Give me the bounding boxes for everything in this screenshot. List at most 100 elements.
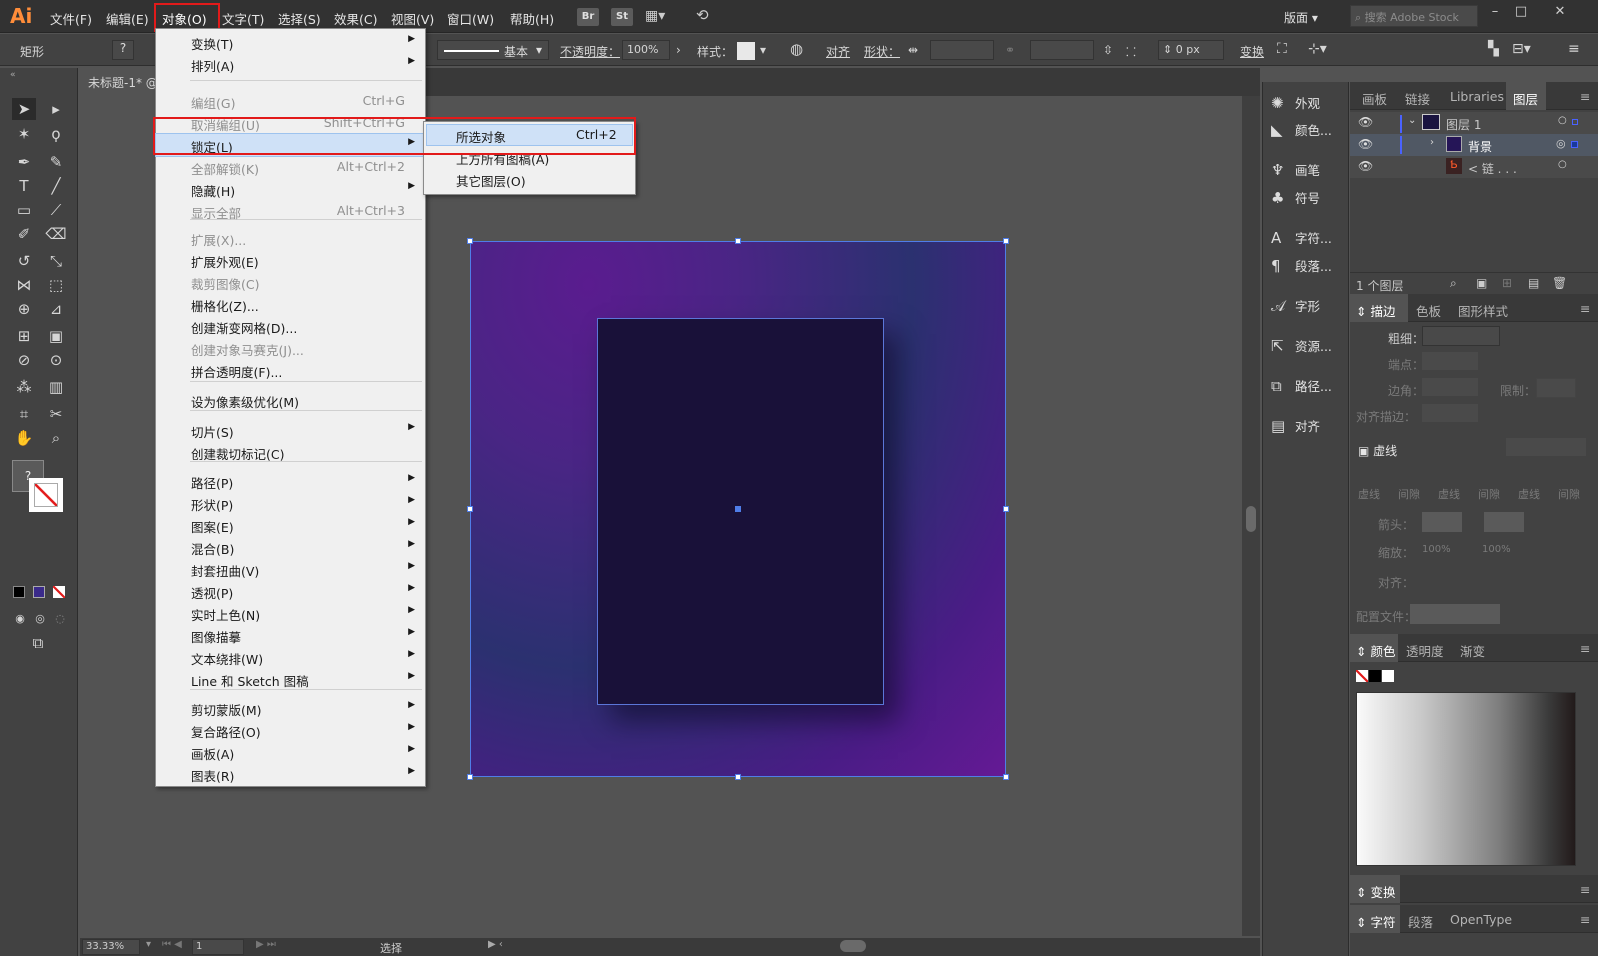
- menu-type[interactable]: 文字(T): [222, 9, 264, 28]
- scale-start[interactable]: 100%: [1422, 544, 1451, 555]
- transform-link[interactable]: 变换: [1240, 43, 1264, 60]
- menu-item[interactable]: 图像描摹 ▶: [156, 624, 425, 646]
- chevron-down-icon[interactable]: ▾: [760, 43, 766, 57]
- tab-color[interactable]: ⇕ 颜色: [1356, 641, 1395, 660]
- menu-item[interactable]: Line 和 Sketch 图稿 ▶: [156, 668, 425, 690]
- collapse-icon[interactable]: «: [10, 70, 16, 80]
- menu-item[interactable]: 文本绕排(W) ▶: [156, 646, 425, 668]
- first-artboard-icon[interactable]: ⏮ ◀: [162, 939, 182, 950]
- isolate-icon[interactable]: ⛶: [1277, 41, 1287, 57]
- paintbrush-tool-icon[interactable]: ⟋: [44, 199, 68, 221]
- lock-other-layers-item[interactable]: 其它图层(O): [456, 171, 526, 190]
- align-link[interactable]: 对齐: [826, 43, 850, 60]
- scroll-thumb[interactable]: [1246, 506, 1256, 532]
- draw-inside-icon[interactable]: ◌: [48, 608, 72, 630]
- shape-label[interactable]: 形状：: [864, 43, 900, 60]
- bbox-handle-l[interactable]: [467, 506, 473, 512]
- eraser-tool-icon[interactable]: ⌫: [44, 223, 68, 245]
- target-icon[interactable]: ◎: [1556, 137, 1566, 150]
- dock-symbols[interactable]: ♣ 符号: [1271, 185, 1320, 211]
- bbox-handle-b[interactable]: [735, 774, 741, 780]
- dock-appearance[interactable]: ✺ 外观: [1271, 90, 1320, 116]
- menu-item[interactable]: 创建对象马赛克(J)...: [156, 337, 425, 359]
- menu-item[interactable]: 形状(P) ▶: [156, 492, 425, 514]
- perspective-grid-tool-icon[interactable]: ⊿: [44, 298, 68, 320]
- menu-item[interactable]: 变换(T) ▶: [156, 31, 425, 53]
- corner-buttons[interactable]: [1422, 378, 1478, 396]
- menu-item[interactable]: 图表(R) ▶: [156, 763, 425, 785]
- mesh-tool-icon[interactable]: ⊞: [12, 325, 36, 347]
- sublayer-name[interactable]: 背景: [1468, 138, 1492, 155]
- limit-input[interactable]: [1536, 378, 1576, 398]
- width-tool-icon[interactable]: ⋈: [12, 274, 36, 296]
- menu-item[interactable]: 编组(G) Ctrl+G: [156, 90, 425, 112]
- cap-buttons[interactable]: [1422, 352, 1478, 370]
- bbox-handle-t[interactable]: [735, 238, 741, 244]
- dock-paragraph[interactable]: ¶ 段落...: [1271, 253, 1332, 279]
- dock-glyphs[interactable]: 𝒜 字形: [1271, 293, 1320, 319]
- link-item-name[interactable]: < 链 . . .: [1468, 160, 1517, 177]
- menu-item[interactable]: 复合路径(O) ▶: [156, 719, 425, 741]
- dashed-line-checkbox[interactable]: ▣ 虚线: [1358, 442, 1397, 459]
- panel-menu-icon[interactable]: ≡: [1580, 641, 1590, 656]
- menu-item[interactable]: 创建裁切标记(C): [156, 441, 425, 463]
- panel-menu-icon[interactable]: ≡: [1580, 912, 1590, 927]
- rotate-tool-icon[interactable]: ↺: [12, 250, 36, 272]
- minimize-icon[interactable]: –: [1485, 4, 1505, 24]
- menu-item[interactable]: 混合(B) ▶: [156, 536, 425, 558]
- gradient-tool-icon[interactable]: ▣: [44, 325, 68, 347]
- dock-align[interactable]: ▤ 对齐: [1271, 413, 1320, 439]
- chevron-right-icon[interactable]: ›: [676, 43, 681, 57]
- hand-tool-icon[interactable]: ✋: [12, 427, 36, 449]
- menu-effect[interactable]: 效果(C): [334, 9, 377, 28]
- none-swatch[interactable]: [1356, 670, 1368, 682]
- fill-swatch[interactable]: ?: [112, 40, 134, 60]
- menu-item[interactable]: 路径(P) ▶: [156, 470, 425, 492]
- menu-item[interactable]: 切片(S) ▶: [156, 419, 425, 441]
- trash-icon[interactable]: 🗑: [1552, 276, 1567, 290]
- chevron-down-icon[interactable]: ⌄: [1408, 115, 1416, 126]
- tab-transform[interactable]: ⇕ 变换: [1356, 882, 1395, 901]
- search-stock-input[interactable]: ⌕ 搜索 Adobe Stock: [1350, 5, 1478, 27]
- menu-item[interactable]: 创建渐变网格(D)...: [156, 315, 425, 337]
- height-input[interactable]: [1030, 40, 1094, 60]
- panel-menu-icon[interactable]: ≡: [1580, 89, 1590, 104]
- status-menu-icon[interactable]: ▶ ‹: [488, 939, 503, 950]
- menu-edit[interactable]: 编辑(E): [106, 9, 149, 28]
- menu-item[interactable]: 设为像素级优化(M): [156, 389, 425, 411]
- eyedropper-tool-icon[interactable]: ⊘: [12, 349, 36, 371]
- menu-item[interactable]: 栅格化(Z)...: [156, 293, 425, 315]
- menu-icon[interactable]: ≡: [1568, 41, 1580, 57]
- curvature-tool-icon[interactable]: ✎: [44, 151, 68, 173]
- menu-item[interactable]: 画板(A) ▶: [156, 741, 425, 763]
- eye-icon[interactable]: 👁: [1358, 159, 1373, 173]
- bbox-handle-r[interactable]: [1003, 506, 1009, 512]
- zoom-tool-icon[interactable]: ⌕: [44, 427, 68, 449]
- menu-item[interactable]: 扩展外观(E): [156, 249, 425, 271]
- scale-tool-icon[interactable]: ⤡: [44, 250, 68, 272]
- layer-row-1[interactable]: 👁 ⌄ 图层 1 ○: [1350, 112, 1598, 134]
- bbox-handle-br[interactable]: [1003, 774, 1009, 780]
- lasso-tool-icon[interactable]: ϙ: [44, 123, 68, 145]
- black-swatch[interactable]: [1369, 670, 1381, 682]
- opacity-label[interactable]: 不透明度：: [560, 43, 620, 60]
- vertical-scrollbar[interactable]: [1242, 96, 1260, 936]
- menu-select[interactable]: 选择(S): [278, 9, 321, 28]
- tab-graphic-styles[interactable]: 图形样式: [1458, 301, 1508, 320]
- pen-tool-icon[interactable]: ✒: [12, 151, 36, 173]
- eye-icon[interactable]: 👁: [1358, 137, 1373, 151]
- artboard-tool-icon[interactable]: ⌗: [12, 403, 36, 425]
- width-input[interactable]: [930, 40, 994, 60]
- arrow-end-select[interactable]: [1484, 512, 1524, 532]
- screen-mode-icon[interactable]: ⧉: [26, 632, 50, 654]
- snap-icon[interactable]: ⊹▾: [1308, 41, 1327, 57]
- menu-item[interactable]: 排列(A) ▶: [156, 53, 425, 75]
- menu-item[interactable]: 剪切蒙版(M) ▶: [156, 697, 425, 719]
- tab-gradient[interactable]: 渐变: [1460, 641, 1485, 660]
- dash-align-buttons[interactable]: [1506, 438, 1586, 456]
- shape-builder-tool-icon[interactable]: ⊕: [12, 298, 36, 320]
- corner-icon[interactable]: ⸬: [1126, 43, 1136, 60]
- tab-opentype[interactable]: OpenType: [1450, 912, 1512, 927]
- rectangle-tool-icon[interactable]: ▭: [12, 199, 36, 221]
- artboard-number-select[interactable]: 1: [192, 939, 244, 955]
